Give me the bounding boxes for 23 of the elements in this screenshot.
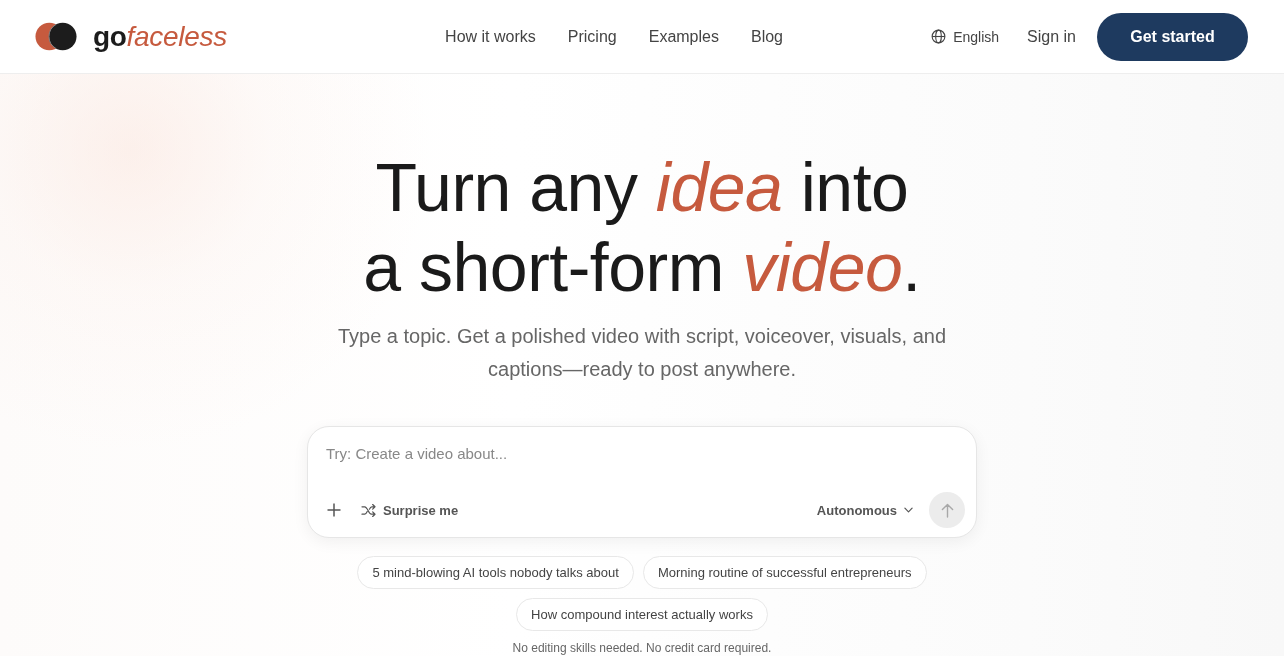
nav-link[interactable]: Examples (648, 27, 719, 46)
sign-in-link[interactable]: Sign in (1027, 27, 1076, 46)
shuffle-icon (361, 503, 376, 517)
prompt-input[interactable]: Try: Create a video about... (319, 441, 965, 466)
mode-dropdown[interactable]: Autonomous (816, 502, 913, 518)
chevron-down-icon (904, 507, 913, 513)
nav-link[interactable]: Blog (750, 27, 783, 46)
hero-subtitle: Type a topic. Get a polished video with script, voiceover, visuals, and captions—ready to post anywhere. (336, 324, 948, 382)
surprise-me-button[interactable]: Surprise me (361, 502, 459, 518)
suggestion-chip[interactable]: Morning routine of successful entrepreneurs (642, 556, 927, 589)
logo-link[interactable]: gofaceless (35, 20, 227, 53)
nav-link[interactable]: Pricing (567, 27, 617, 46)
arrow-up-icon (940, 502, 954, 518)
plus-icon (327, 503, 341, 517)
get-started-button[interactable]: Get started (1097, 12, 1248, 61)
footnote-text: No editing skills needed. No credit card required. (512, 640, 772, 656)
hero-heading: Turn any idea into a short-form video. (363, 148, 921, 307)
suggestion-chip[interactable]: 5 mind-blowing AI tools nobody talks about (357, 556, 634, 589)
logo-icon (35, 22, 77, 51)
language-button[interactable]: English (931, 28, 1000, 45)
nav-link[interactable]: How it works (445, 27, 536, 46)
globe-icon (931, 29, 947, 44)
suggestion-chip[interactable]: How compound interest actually works (516, 598, 768, 631)
